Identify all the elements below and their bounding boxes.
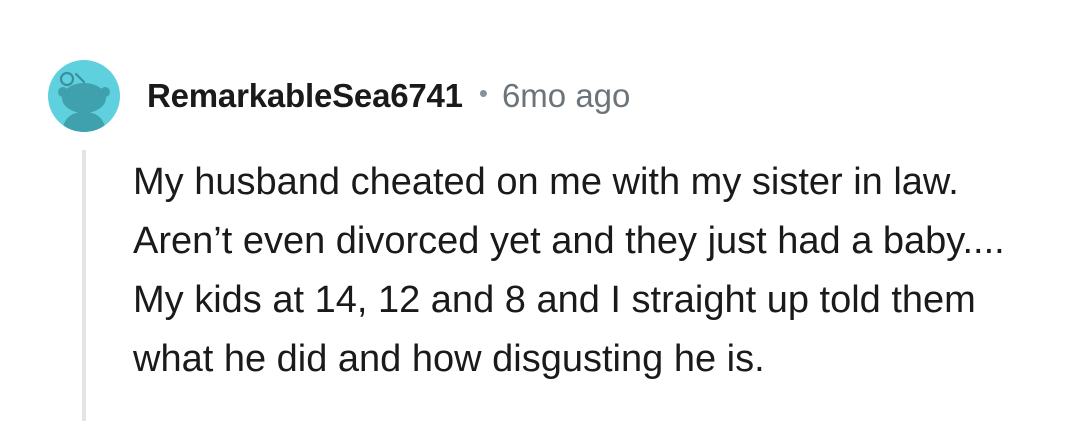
comment-header: RemarkableSea6741 • 6mo ago [147, 72, 630, 120]
thread-collapse-line[interactable] [82, 150, 86, 421]
separator-dot: • [478, 77, 488, 108]
comment: RemarkableSea6741 • 6mo ago My husband c… [0, 0, 1080, 421]
avatar[interactable] [48, 60, 120, 132]
comment-body: My husband cheated on me with my sister … [133, 161, 1005, 380]
timestamp-link[interactable]: 6mo ago [502, 77, 630, 115]
reddit-snoo-avatar-icon [58, 71, 110, 132]
username-link[interactable]: RemarkableSea6741 [147, 77, 463, 115]
